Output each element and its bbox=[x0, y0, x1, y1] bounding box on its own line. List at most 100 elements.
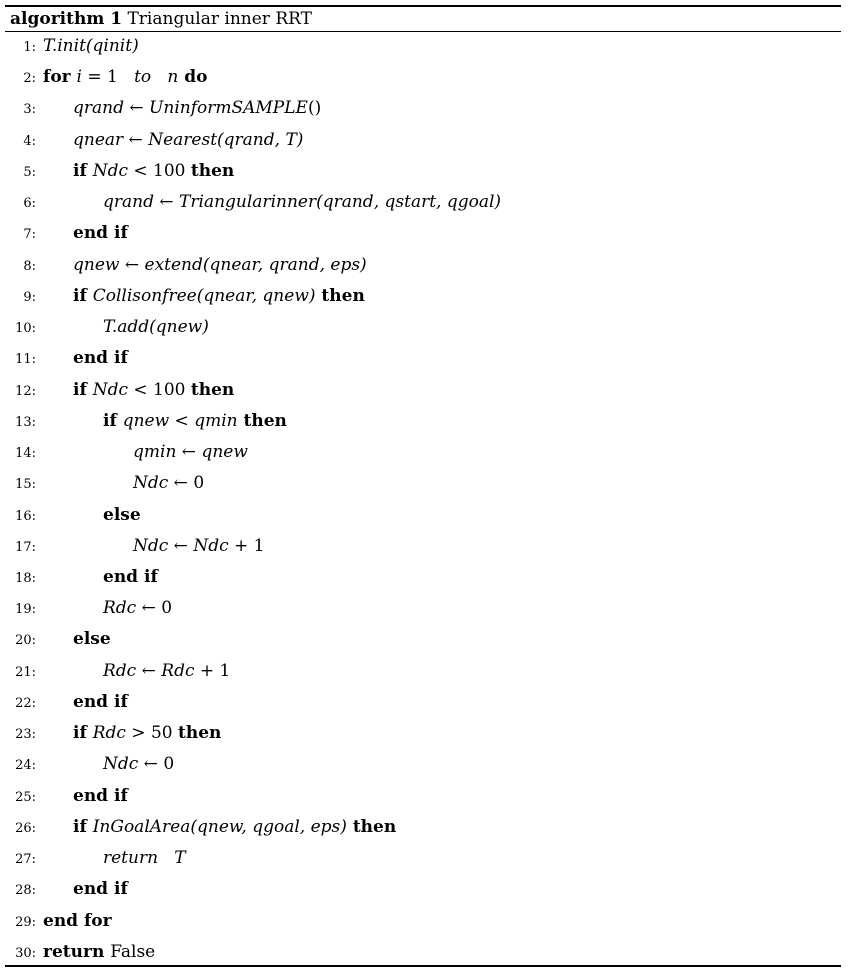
math-expression: Collisonfree(qnear, qnew) bbox=[92, 285, 316, 306]
code-text: > 50 bbox=[125, 723, 178, 744]
line-number: 29: bbox=[15, 914, 36, 930]
math-expression: qnew bbox=[73, 254, 120, 275]
algorithm-line: 2: for i = 1 to n do bbox=[0, 64, 851, 95]
math-expression: Ndc bbox=[103, 754, 139, 775]
math-expression: qnew bbox=[201, 442, 248, 463]
line-code: else bbox=[103, 502, 141, 529]
keyword: then bbox=[237, 410, 287, 431]
line-number: 1: bbox=[23, 40, 36, 55]
algorithm-line: 12: if Ndc < 100 then bbox=[0, 377, 851, 408]
keyword: if bbox=[73, 160, 93, 181]
line-code: end if bbox=[73, 345, 128, 372]
line-number: 2: bbox=[23, 71, 36, 87]
line-number: 11: bbox=[15, 352, 36, 368]
algorithm-line: 3: qrand ← UninformSAMPLE() bbox=[0, 95, 851, 126]
code-text: + 1 bbox=[194, 660, 231, 681]
line-code: return T bbox=[103, 845, 186, 872]
algorithm-line: 26: if InGoalArea(qnew, qgoal, eps) then bbox=[0, 814, 851, 845]
keyword: then bbox=[315, 285, 365, 306]
math-expression: T.add(qnew) bbox=[103, 317, 209, 338]
line-code: qnew ← extend(qnear, qrand, eps) bbox=[73, 252, 367, 279]
keyword: if bbox=[103, 410, 123, 431]
algorithm-line: 7: end if bbox=[0, 220, 851, 251]
line-number: 8: bbox=[23, 258, 36, 274]
line-code: if Rdc > 50 then bbox=[73, 720, 221, 747]
line-number: 30: bbox=[15, 945, 36, 961]
keyword: then bbox=[190, 379, 235, 400]
math-expression: Ndc bbox=[193, 535, 229, 556]
algorithm-caption: algorithm 1 Triangular inner RRT bbox=[10, 7, 312, 31]
line-code: Rdc ← 0 bbox=[103, 595, 172, 622]
line-code: T.init(qinit) bbox=[43, 33, 139, 60]
math-expression: Triangularinner(qrand, qstart, qgoal) bbox=[179, 192, 502, 213]
math-expression: UninformSAMPLE bbox=[149, 98, 308, 119]
math-expression: Ndc bbox=[92, 379, 128, 400]
algorithm-line: 13: if qnew < qmin then bbox=[0, 408, 851, 439]
line-number: 5: bbox=[23, 164, 36, 180]
math-expression: qmin bbox=[194, 410, 238, 431]
algorithm-line: 6: qrand ← Triangularinner(qrand, qstart,… bbox=[0, 189, 851, 220]
line-number: 9: bbox=[23, 289, 36, 305]
math-expression: Ndc bbox=[92, 160, 128, 181]
line-number: 20: bbox=[15, 633, 36, 649]
code-text: False bbox=[110, 941, 156, 962]
line-number: 27: bbox=[15, 852, 36, 868]
algorithm-line: 9: if Collisonfree(qnear, qnew) then bbox=[0, 283, 851, 314]
math-expression: Rdc bbox=[161, 660, 195, 681]
line-number: 14: bbox=[15, 446, 36, 462]
line-number: 3: bbox=[23, 102, 36, 118]
algorithm-line: 11: end if bbox=[0, 345, 851, 376]
math-expression: to bbox=[134, 67, 152, 88]
algorithm-line: 18: end if bbox=[0, 564, 851, 595]
math-expression: InGoalArea(qnew, qgoal, eps) bbox=[92, 816, 347, 837]
keyword: end if bbox=[73, 223, 128, 244]
line-code: end if bbox=[73, 876, 128, 903]
math-expression: Ndc bbox=[133, 535, 169, 556]
line-code: qnear ← Nearest(qrand, T) bbox=[73, 127, 303, 154]
keyword: if bbox=[73, 723, 93, 744]
code-text: ← bbox=[153, 192, 180, 213]
algorithm-line: 17: Ndc ← Ndc + 1 bbox=[0, 533, 851, 564]
algorithm-line: 29: end for bbox=[0, 908, 851, 939]
line-code: Ndc ← Ndc + 1 bbox=[133, 533, 265, 560]
line-code: Rdc ← Rdc + 1 bbox=[103, 658, 230, 685]
line-number: 18: bbox=[15, 570, 36, 586]
keyword: for bbox=[43, 67, 77, 88]
code-text: + 1 bbox=[228, 535, 265, 556]
algorithm-label: algorithm 1 bbox=[10, 9, 123, 29]
line-code: end if bbox=[73, 689, 128, 716]
line-code: Ndc ← 0 bbox=[103, 751, 174, 778]
math-expression: Rdc bbox=[103, 660, 137, 681]
line-code: if InGoalArea(qnew, qgoal, eps) then bbox=[73, 814, 396, 841]
algorithm-line: 14: qmin ← qnew bbox=[0, 439, 851, 470]
code-text: < 100 bbox=[127, 379, 191, 400]
line-code: end if bbox=[73, 220, 128, 247]
math-expression: qrand bbox=[73, 98, 124, 119]
math-expression: Rdc bbox=[103, 598, 137, 619]
algorithm-line: 15: Ndc ← 0 bbox=[0, 470, 851, 501]
keyword: end if bbox=[73, 785, 128, 806]
line-number: 21: bbox=[15, 664, 36, 680]
line-code: end if bbox=[73, 783, 128, 810]
line-number: 12: bbox=[15, 383, 36, 399]
code-text: ← bbox=[176, 442, 202, 463]
line-code: T.add(qnew) bbox=[103, 314, 209, 341]
algorithm-line: 25: end if bbox=[0, 783, 851, 814]
math-expression: T.init(qinit) bbox=[43, 36, 139, 56]
algorithm-line: 5: if Ndc < 100 then bbox=[0, 158, 851, 189]
line-number: 28: bbox=[15, 883, 36, 899]
line-number: 19: bbox=[15, 602, 36, 618]
line-code: qrand ← Triangularinner(qrand, qstart, q… bbox=[103, 189, 501, 216]
line-number: 24: bbox=[15, 758, 36, 774]
algorithm-line: 27: return T bbox=[0, 845, 851, 876]
keyword: then bbox=[346, 816, 397, 837]
line-number: 17: bbox=[15, 539, 36, 555]
line-number: 6: bbox=[23, 196, 36, 212]
math-expression: extend(qnear, qrand, eps) bbox=[144, 254, 367, 275]
keyword: end if bbox=[73, 691, 128, 712]
keyword: end if bbox=[103, 566, 158, 587]
code-text: ← bbox=[123, 129, 149, 150]
algorithm-body: 1: T.init(qinit) 2: for i = 1 to n do 3: qran… bbox=[0, 33, 851, 970]
bottom-rule bbox=[5, 965, 841, 967]
